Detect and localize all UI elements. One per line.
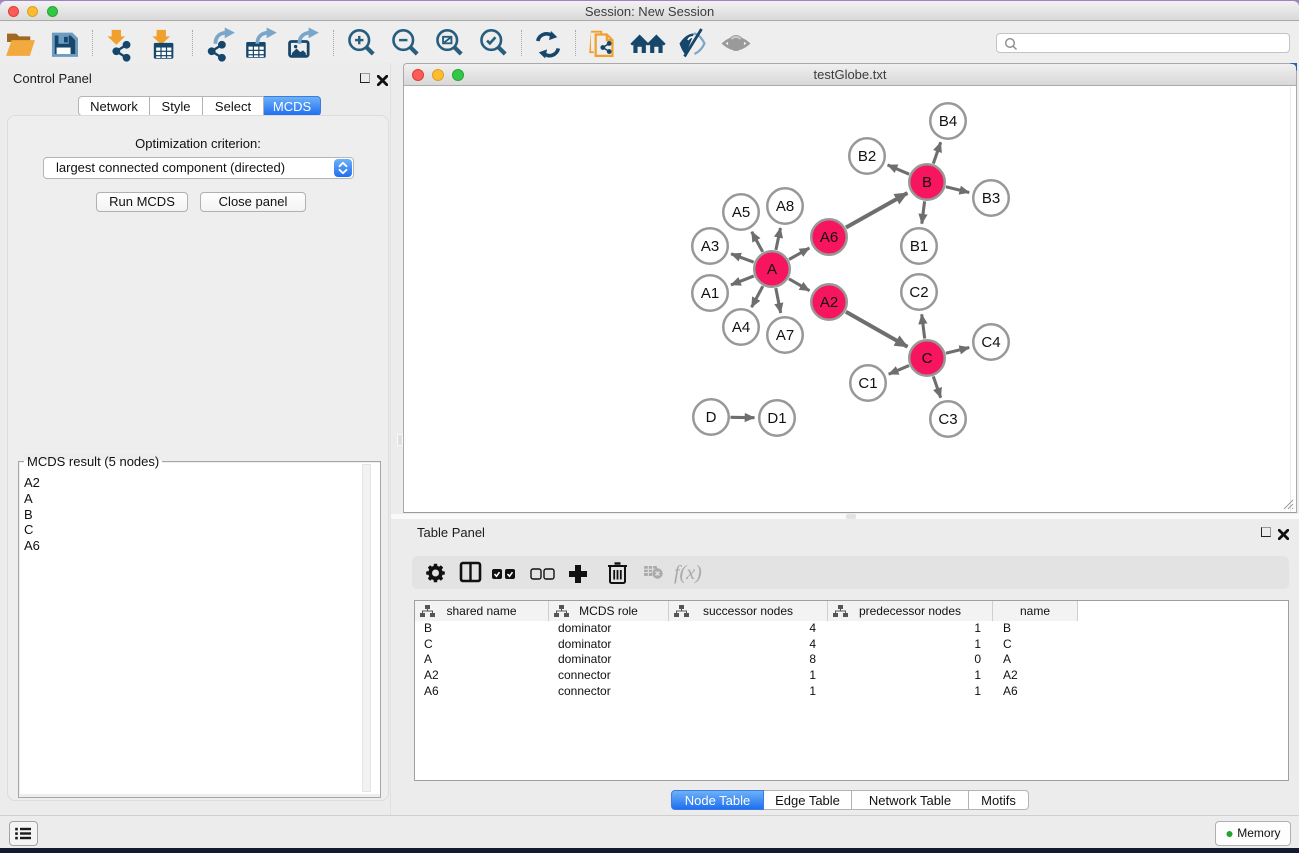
svg-text:A3: A3 <box>701 238 719 255</box>
svg-text:A: A <box>767 261 777 278</box>
svg-text:A7: A7 <box>776 327 794 344</box>
svg-text:A6: A6 <box>820 229 838 246</box>
svg-text:A2: A2 <box>820 294 838 311</box>
svg-text:B4: B4 <box>939 113 957 130</box>
svg-text:D1: D1 <box>767 410 786 427</box>
svg-text:A8: A8 <box>776 198 794 215</box>
svg-text:C3: C3 <box>938 411 957 428</box>
svg-text:f(x): f(x) <box>674 562 702 584</box>
svg-text:B: B <box>922 174 932 191</box>
svg-text:B2: B2 <box>858 148 876 165</box>
svg-text:A1: A1 <box>701 285 719 302</box>
svg-text:D: D <box>706 409 717 426</box>
svg-text:B1: B1 <box>910 238 928 255</box>
svg-text:C1: C1 <box>858 375 877 392</box>
svg-text:C: C <box>922 350 933 367</box>
svg-text:C4: C4 <box>981 334 1000 351</box>
svg-text:A5: A5 <box>732 204 750 221</box>
svg-text:A4: A4 <box>732 319 750 336</box>
svg-text:B3: B3 <box>982 190 1000 207</box>
svg-text:C2: C2 <box>909 284 928 301</box>
